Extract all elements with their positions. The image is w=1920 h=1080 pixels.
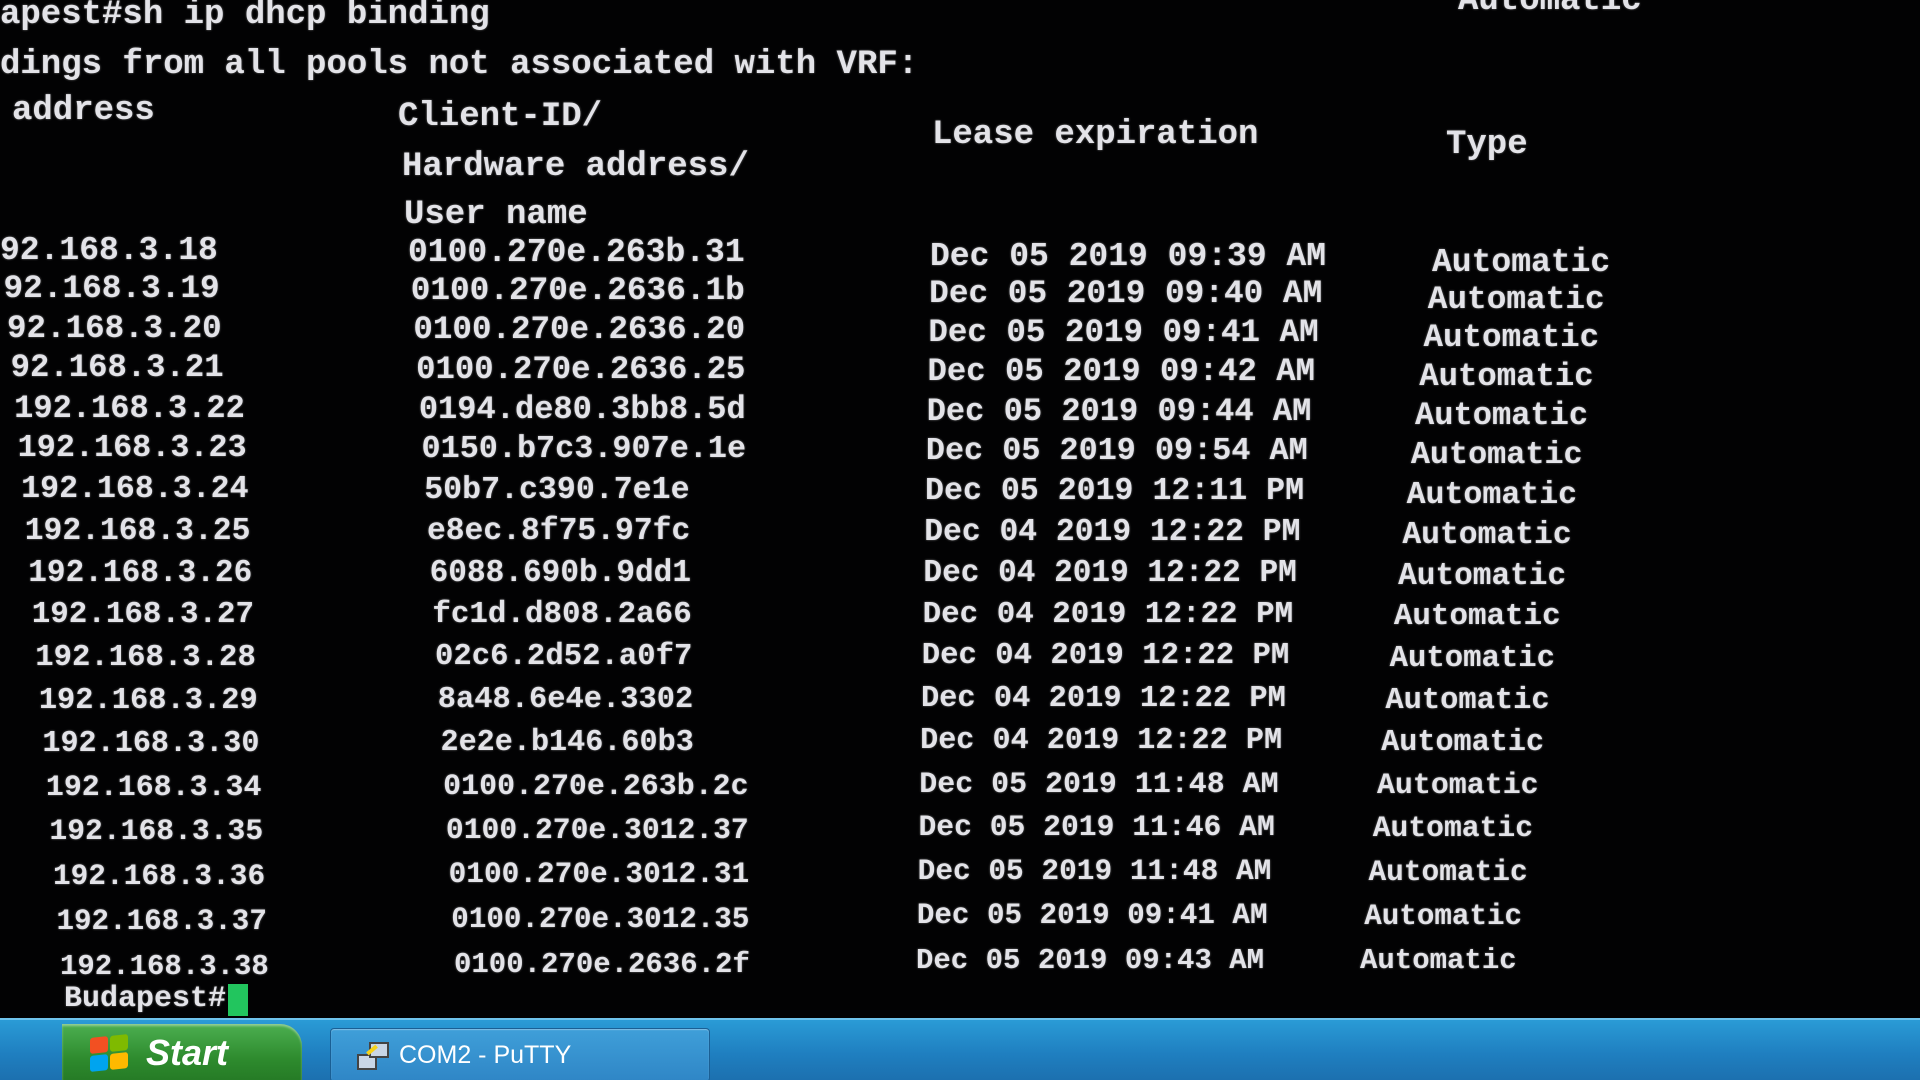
cell-client: 0100.270e.3012.31 <box>448 857 750 892</box>
windows-logo-icon <box>90 1034 128 1072</box>
column-header-address: address <box>12 92 155 130</box>
cell-ip: 192.168.3.38 <box>60 950 269 983</box>
prompt-line[interactable]: Budapest# <box>64 982 249 1016</box>
cell-type: Automatic <box>1419 358 1594 396</box>
putty-terminal-window[interactable]: apest#sh ip dhcp binding Automatic dings… <box>0 0 1920 1018</box>
cell-ip: 192.168.3.28 <box>35 639 256 675</box>
start-label: Start <box>146 1032 229 1073</box>
cell-ip: 192.168.3.29 <box>38 683 258 718</box>
cell-lease: Dec 05 2019 09:54 AM <box>925 432 1308 469</box>
cell-ip: 92.168.3.19 <box>3 270 220 308</box>
cell-lease: Dec 05 2019 11:46 AM <box>918 810 1275 845</box>
cell-lease: Dec 04 2019 12:22 PM <box>920 681 1286 716</box>
column-header-hardware-address: Hardware address/ <box>402 148 749 186</box>
cell-type: Automatic <box>1427 281 1605 318</box>
taskbar: Start COM2 - PuTTY <box>0 1018 1920 1080</box>
cell-ip: 192.168.3.34 <box>45 769 262 804</box>
cell-type: Automatic <box>1376 768 1539 803</box>
cell-ip: 192.168.3.27 <box>31 596 255 632</box>
cell-ip: 192.168.3.26 <box>28 555 253 591</box>
cell-lease: Dec 05 2019 09:40 AM <box>929 275 1323 313</box>
taskbar-item-label: COM2 - PuTTY <box>399 1040 572 1069</box>
cell-type: Automatic <box>1360 944 1517 977</box>
column-header-lease-expiration: Lease expiration <box>932 116 1259 154</box>
cell-type: Automatic <box>1389 640 1556 676</box>
cell-lease: Dec 05 2019 09:41 AM <box>916 899 1268 933</box>
column-header-user-name: User name <box>404 196 588 234</box>
cell-type: Automatic <box>1372 811 1534 846</box>
cell-lease: Dec 05 2019 11:48 AM <box>919 766 1279 801</box>
top-right-fragment: Automatic <box>1458 0 1642 20</box>
text-cursor <box>228 984 249 1016</box>
cell-lease: Dec 04 2019 12:22 PM <box>924 514 1301 550</box>
cell-client: 0100.270e.3012.37 <box>445 812 749 847</box>
putty-icon <box>357 1040 389 1070</box>
cell-lease: Dec 04 2019 12:22 PM <box>921 638 1290 674</box>
column-header-client-id: Client-ID/ <box>398 98 603 136</box>
start-button[interactable]: Start <box>62 1024 302 1080</box>
cell-lease: Dec 04 2019 12:22 PM <box>922 596 1294 632</box>
cell-client: 0100.270e.2636.20 <box>413 311 746 349</box>
cell-ip: 192.168.3.30 <box>42 726 260 761</box>
taskbar-item-putty[interactable]: COM2 - PuTTY <box>330 1028 710 1080</box>
cell-client: 0100.270e.2636.2f <box>454 948 750 981</box>
cell-client: 0100.270e.3012.35 <box>451 902 750 936</box>
cell-lease: Dec 05 2019 09:44 AM <box>926 392 1312 430</box>
cell-type: Automatic <box>1393 599 1561 635</box>
cell-client: fc1d.d808.2a66 <box>432 596 692 632</box>
cell-type: Automatic <box>1364 899 1523 933</box>
command-line: apest#sh ip dhcp binding <box>0 0 490 34</box>
cell-lease: Dec 05 2019 11:48 AM <box>917 854 1272 888</box>
cell-lease: Dec 05 2019 09:39 AM <box>930 238 1327 275</box>
cell-lease: Dec 04 2019 12:22 PM <box>920 724 1283 759</box>
cell-client: 02c6.2d52.a0f7 <box>435 639 693 675</box>
cell-ip: 192.168.3.24 <box>21 472 249 508</box>
cell-type: Automatic <box>1415 397 1589 435</box>
cell-ip: 192.168.3.22 <box>14 389 245 427</box>
cell-type: Automatic <box>1406 478 1578 513</box>
cell-client: 0100.270e.263b.31 <box>408 234 745 271</box>
cell-client: 0100.270e.2636.1b <box>410 271 745 309</box>
cell-ip: 192.168.3.25 <box>24 513 251 549</box>
cell-ip: 92.168.3.20 <box>7 309 222 347</box>
cell-type: Automatic <box>1432 244 1611 281</box>
cell-lease: Dec 05 2019 09:43 AM <box>916 944 1265 977</box>
cell-ip: 192.168.3.36 <box>52 858 266 893</box>
prompt: Budapest# <box>64 982 227 1016</box>
cell-ip: 92.168.3.18 <box>0 232 218 269</box>
cell-client: 50b7.c390.7e1e <box>424 472 690 508</box>
bindings-header-line: dings from all pools not associated with… <box>0 46 919 84</box>
cell-lease: Dec 04 2019 12:22 PM <box>923 556 1297 591</box>
cell-type: Automatic <box>1398 559 1567 595</box>
cell-client: 2e2e.b146.60b3 <box>440 726 694 761</box>
cell-type: Automatic <box>1381 726 1545 761</box>
cell-type: Automatic <box>1410 437 1583 474</box>
screen: apest#sh ip dhcp binding Automatic dings… <box>0 0 1920 1080</box>
cell-client: 0194.de80.3bb8.5d <box>418 390 746 428</box>
cell-type: Automatic <box>1402 518 1572 554</box>
cell-type: Automatic <box>1385 683 1550 718</box>
cell-lease: Dec 05 2019 09:41 AM <box>928 314 1319 352</box>
cell-ip: 92.168.3.21 <box>10 349 224 387</box>
cell-client: 0100.270e.263b.2c <box>443 768 749 803</box>
cell-client: 0150.b7c3.907e.1e <box>421 431 747 468</box>
cell-ip: 192.168.3.23 <box>17 430 247 467</box>
cell-lease: Dec 05 2019 09:42 AM <box>927 353 1315 391</box>
cell-type: Automatic <box>1368 854 1528 889</box>
column-header-type: Type <box>1446 126 1528 164</box>
cell-lease: Dec 05 2019 12:11 PM <box>925 474 1305 510</box>
cell-client: 8a48.6e4e.3302 <box>437 682 694 717</box>
cell-type: Automatic <box>1423 319 1600 357</box>
cell-ip: 192.168.3.35 <box>49 813 264 848</box>
cell-client: 0100.270e.2636.25 <box>416 350 746 388</box>
cell-ip: 192.168.3.37 <box>56 904 267 938</box>
cell-client: 6088.690b.9dd1 <box>429 555 692 591</box>
cell-client: e8ec.8f75.97fc <box>426 514 691 550</box>
